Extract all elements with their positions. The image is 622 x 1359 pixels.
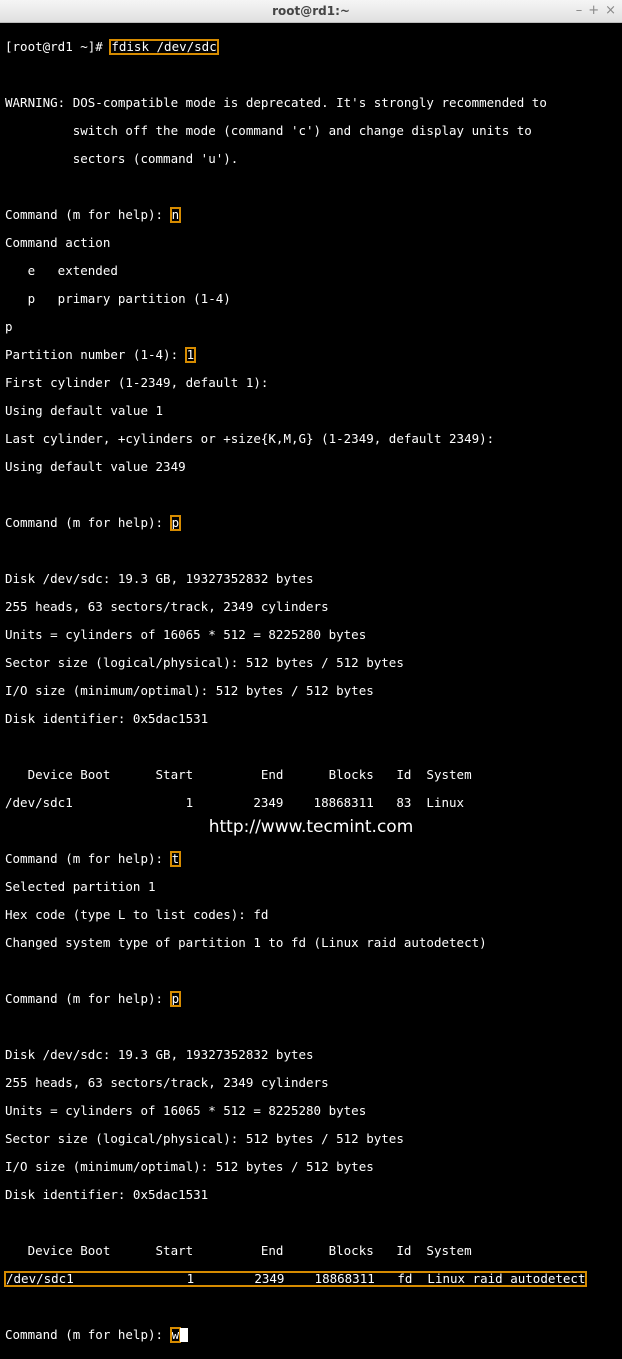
fdisk-choice: p [5,320,617,334]
fdisk-prompt: Command (m for help): [5,1328,171,1342]
fdisk-input-w: w [171,1328,181,1342]
fdisk-prompt: Command (m for help): [5,992,171,1006]
window-titlebar: root@rd1:~ – + × [0,0,622,23]
disk-info: Disk /dev/sdc: 19.3 GB, 19327352832 byte… [5,572,617,586]
fdisk-input-p: p [171,992,181,1006]
fdisk-action-header: Command action [5,236,617,250]
partition-table-row: /dev/sdc1 1 2349 18868311 83 Linux [5,796,617,810]
disk-info: Sector size (logical/physical): 512 byte… [5,656,617,670]
default-value: Using default value 1 [5,404,617,418]
disk-info: I/O size (minimum/optimal): 512 bytes / … [5,1160,617,1174]
fdisk-prompt: Command (m for help): [5,516,171,530]
disk-info: Disk identifier: 0x5dac1531 [5,712,617,726]
last-cylinder: Last cylinder, +cylinders or +size{K,M,G… [5,432,617,446]
fdisk-prompt: Command (m for help): [5,852,171,866]
default-value: Using default value 2349 [5,460,617,474]
disk-info: Units = cylinders of 16065 * 512 = 82252… [5,628,617,642]
cursor-icon [180,1328,188,1342]
partition-table-row: /dev/sdc1 1 2349 18868311 fd Linux raid … [5,1272,586,1286]
warning-line: switch off the mode (command 'c') and ch… [5,124,617,138]
window-title: root@rd1:~ [272,4,350,18]
partition-table-header: Device Boot Start End Blocks Id System [5,768,617,782]
disk-info: 255 heads, 63 sectors/track, 2349 cylind… [5,600,617,614]
changed-type: Changed system type of partition 1 to fd… [5,936,617,950]
disk-info: Units = cylinders of 16065 * 512 = 82252… [5,1104,617,1118]
fdisk-prompt: Command (m for help): [5,208,171,222]
partition-number-value: 1 [186,348,196,362]
warning-line: sectors (command 'u'). [5,152,617,166]
partition-table-header: Device Boot Start End Blocks Id System [5,1244,617,1258]
footer-url: http://www.tecmint.com [0,820,622,834]
shell-command: fdisk /dev/sdc [110,40,217,54]
hex-code: Hex code (type L to list codes): fd [5,908,617,922]
fdisk-input-n: n [171,208,181,222]
window-controls: – + × [576,4,616,18]
minimize-button[interactable]: – [576,4,583,18]
first-cylinder: First cylinder (1-2349, default 1): [5,376,617,390]
fdisk-input-p: p [171,516,181,530]
fdisk-action-extended: e extended [5,264,617,278]
disk-info: Sector size (logical/physical): 512 byte… [5,1132,617,1146]
disk-info: 255 heads, 63 sectors/track, 2349 cylind… [5,1076,617,1090]
disk-info: Disk identifier: 0x5dac1531 [5,1188,617,1202]
maximize-button[interactable]: + [588,4,599,18]
fdisk-action-primary: p primary partition (1-4) [5,292,617,306]
selected-partition: Selected partition 1 [5,880,617,894]
disk-info: Disk /dev/sdc: 19.3 GB, 19327352832 byte… [5,1048,617,1062]
warning-line: WARNING: DOS-compatible mode is deprecat… [5,96,617,110]
shell-prompt: [root@rd1 ~]# [5,40,110,54]
partition-number-label: Partition number (1-4): [5,348,186,362]
disk-info: I/O size (minimum/optimal): 512 bytes / … [5,684,617,698]
close-button[interactable]: × [605,4,616,18]
terminal[interactable]: [root@rd1 ~]# fdisk /dev/sdc WARNING: DO… [0,23,622,1359]
fdisk-input-t: t [171,852,181,866]
